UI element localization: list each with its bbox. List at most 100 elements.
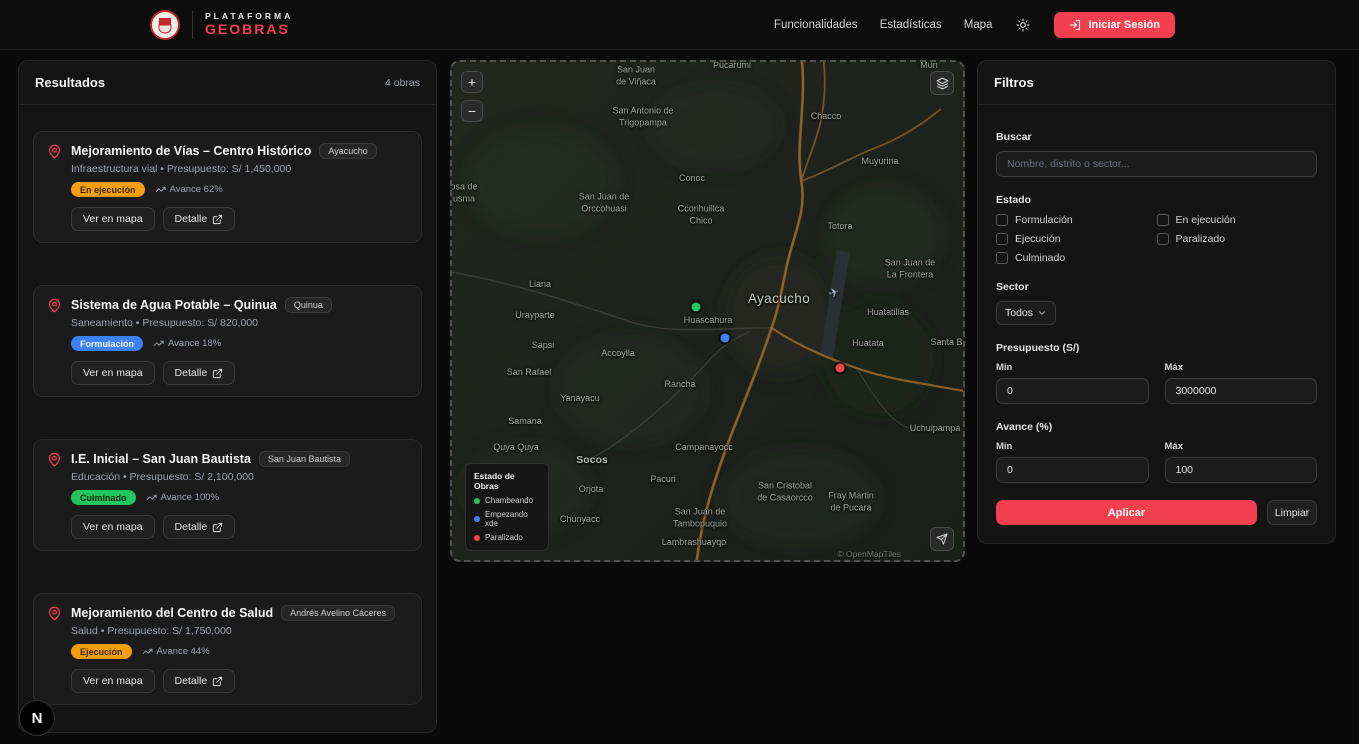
presupuesto-min-input[interactable] xyxy=(996,378,1149,404)
ver-en-mapa-button[interactable]: Ver en mapa xyxy=(71,361,155,385)
login-button[interactable]: Iniciar Sesión xyxy=(1054,12,1175,38)
nav-link-funcionalidades[interactable]: Funcionalidades xyxy=(774,19,858,31)
filters-body: Buscar Estado FormulaciónEn ejecuciónEje… xyxy=(978,105,1335,543)
legend-dot xyxy=(474,516,480,522)
district-badge: Andrés Avelino Cáceres xyxy=(281,605,395,621)
estado-checkbox-culminado[interactable]: Culminado xyxy=(996,252,1157,264)
estado-checkbox-paralizado[interactable]: Paralizado xyxy=(1157,233,1318,245)
checkbox-label: Paralizado xyxy=(1176,233,1226,245)
presupuesto-max-label: Máx xyxy=(1165,362,1318,373)
checkbox-icon xyxy=(1157,214,1169,226)
limpiar-button[interactable]: Limpiar xyxy=(1267,500,1317,525)
obra-marker[interactable] xyxy=(721,334,730,343)
nav-link-estadisticas[interactable]: Estadísticas xyxy=(880,19,942,31)
avance-section: Avance (%) Min Máx xyxy=(996,421,1317,483)
external-link-icon xyxy=(212,368,223,379)
legend-item: Empezando xde xyxy=(474,510,540,528)
checkbox-icon xyxy=(1157,233,1169,245)
external-link-icon xyxy=(212,214,223,225)
sector-select[interactable]: Todos xyxy=(996,301,1056,325)
estado-checkbox-en-ejecucion[interactable]: En ejecución xyxy=(1157,214,1318,226)
sector-value: Todos xyxy=(1005,307,1033,319)
brand-geobras: GEOBRAS xyxy=(205,21,293,37)
trending-up-icon xyxy=(142,646,153,657)
layers-button[interactable] xyxy=(930,71,954,95)
geobras-logo-icon xyxy=(150,10,180,40)
obra-marker[interactable] xyxy=(836,364,845,373)
status-badge: Formulación xyxy=(71,336,143,351)
brand-text: PLATAFORMA GEOBRAS xyxy=(205,12,293,38)
brand-divider xyxy=(192,11,193,39)
chevron-down-icon xyxy=(1037,308,1047,318)
filters-header: Filtros xyxy=(978,61,1335,105)
log-in-icon xyxy=(1069,19,1081,31)
obra-meta: Salud • Presupuesto: S/ 1,750,000 xyxy=(71,625,408,637)
obra-meta: Saneamiento • Presupuesto: S/ 820,000 xyxy=(71,317,408,329)
checkbox-icon xyxy=(996,214,1008,226)
legend-title: Estado de Obras xyxy=(474,471,540,491)
legend-items: ChambeandoEmpezando xdeParalizado xyxy=(474,496,540,542)
obra-card: Mejoramiento de Vías – Centro HistóricoA… xyxy=(33,131,422,243)
nextjs-dev-badge[interactable]: N xyxy=(19,700,55,736)
trending-up-icon xyxy=(146,492,157,503)
zoom-out-button[interactable]: − xyxy=(461,100,483,122)
filters-panel: Filtros Buscar Estado FormulaciónEn ejec… xyxy=(977,60,1336,544)
filters-title: Filtros xyxy=(994,75,1034,90)
status-badge: Ejecución xyxy=(71,644,132,659)
estado-checkbox-ejecucion[interactable]: Ejecución xyxy=(996,233,1157,245)
avance-label: Avance 100% xyxy=(146,492,219,503)
theme-toggle-button[interactable] xyxy=(1014,16,1032,34)
results-list: Mejoramiento de Vías – Centro HistóricoA… xyxy=(19,105,436,721)
detalle-button[interactable]: Detalle xyxy=(163,669,236,693)
app: PLATAFORMA GEOBRAS Funcionalidades Estad… xyxy=(0,0,1359,744)
district-badge: Quinua xyxy=(285,297,332,313)
nav-link-mapa[interactable]: Mapa xyxy=(964,19,993,31)
district-badge: San Juan Bautista xyxy=(259,451,350,467)
ver-en-mapa-button[interactable]: Ver en mapa xyxy=(71,515,155,539)
results-count: 4 obras xyxy=(385,77,420,89)
avance-min-label: Min xyxy=(996,441,1149,452)
sector-section: Sector Todos xyxy=(996,281,1317,325)
obra-meta: Infraestructura vial • Presupuesto: S/ 1… xyxy=(71,163,408,175)
brand[interactable]: PLATAFORMA GEOBRAS xyxy=(150,0,293,49)
search-input[interactable] xyxy=(996,151,1317,177)
locate-button[interactable] xyxy=(930,527,954,551)
map-pin-icon xyxy=(47,144,62,231)
legend-dot xyxy=(474,535,480,541)
map-canvas[interactable]: ✈ + − Estado de Obras ChambeandoEmpezand… xyxy=(450,60,965,562)
detalle-button[interactable]: Detalle xyxy=(163,361,236,385)
detalle-button[interactable]: Detalle xyxy=(163,515,236,539)
detalle-button[interactable]: Detalle xyxy=(163,207,236,231)
layers-icon xyxy=(936,77,949,90)
estado-checkbox-formulacion[interactable]: Formulación xyxy=(996,214,1157,226)
estado-checkbox-grid: Formulación En ejecución Ejecución Paraliza… xyxy=(996,214,1317,264)
obra-title: I.E. Inicial – San Juan Bautista xyxy=(71,452,251,466)
filter-actions: Aplicar Limpiar xyxy=(996,500,1317,525)
status-badge: Culminado xyxy=(71,490,136,505)
ver-en-mapa-button[interactable]: Ver en mapa xyxy=(71,207,155,231)
ver-en-mapa-button[interactable]: Ver en mapa xyxy=(71,669,155,693)
checkbox-icon xyxy=(996,252,1008,264)
map-pin-icon xyxy=(47,606,62,693)
sector-label: Sector xyxy=(996,281,1317,293)
status-badge: En ejecución xyxy=(71,182,145,197)
aplicar-button[interactable]: Aplicar xyxy=(996,500,1257,525)
avance-label: Avance 44% xyxy=(142,646,210,657)
avance-max-input[interactable] xyxy=(1165,457,1318,483)
external-link-icon xyxy=(212,676,223,687)
avance-min-input[interactable] xyxy=(996,457,1149,483)
zoom-in-button[interactable]: + xyxy=(461,71,483,93)
avance-label: Avance (%) xyxy=(996,421,1317,433)
presupuesto-label: Presupuesto (S/) xyxy=(996,342,1317,354)
checkbox-label: En ejecución xyxy=(1176,214,1236,226)
nextjs-n-icon: N xyxy=(32,710,43,727)
checkbox-label: Formulación xyxy=(1015,214,1073,226)
obra-card-content: I.E. Inicial – San Juan Bautista San Juan… xyxy=(71,451,408,539)
results-header: Resultados 4 obras xyxy=(19,61,436,105)
obra-card: Sistema de Agua Potable – QuinuaQuinuaSa… xyxy=(33,285,422,397)
zoom-control: + − xyxy=(461,71,483,122)
results-panel: Resultados 4 obras Mejoramiento de Vías … xyxy=(18,60,437,733)
obra-marker[interactable] xyxy=(692,303,701,312)
map-legend: Estado de Obras ChambeandoEmpezando xdeP… xyxy=(465,463,549,551)
presupuesto-max-input[interactable] xyxy=(1165,378,1318,404)
